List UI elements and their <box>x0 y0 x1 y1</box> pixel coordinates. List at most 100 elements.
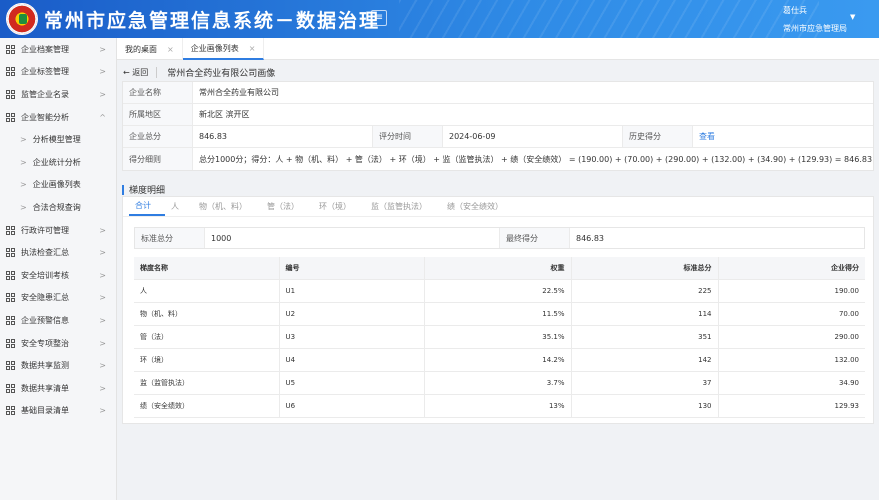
score-detail-value: 总分1000分；得分：人 + 物（机、料） + 管（法） + 环（境） + 监（… <box>199 154 873 164</box>
back-button[interactable]: ← 返回 <box>123 67 158 78</box>
column-header: 标准总分 <box>571 257 719 280</box>
info-label: 最终得分 <box>500 228 570 248</box>
eval-time-value: 2024-06-09 <box>443 126 623 147</box>
column-header: 编号 <box>279 257 425 280</box>
menu-toggle-icon[interactable]: ≡ <box>371 10 387 26</box>
sidebar-item-share-list[interactable]: 数据共享清单 > <box>0 377 116 400</box>
tab-bar: 我的桌面 × 企业画像列表 × <box>117 38 879 60</box>
sidebar-item-analysis[interactable]: 企业智能分析 ^ <box>0 106 116 129</box>
emblem-logo <box>6 3 38 35</box>
cell-score: 190.00 <box>718 279 865 303</box>
sidebar-item-permit[interactable]: 行政许可管理 > <box>0 219 116 242</box>
cell-code: U3 <box>279 325 425 349</box>
sidebar-item-share-monitor[interactable]: 数据共享监测 > <box>0 354 116 377</box>
sidebar-item-hazards[interactable]: 安全隐患汇总 > <box>0 287 116 310</box>
info-row: 企业总分 846.83 评分时间 2024-06-09 历史得分 查看 <box>123 126 873 148</box>
cell-name: 管（法） <box>134 325 280 349</box>
chevron-right-icon: > <box>99 67 106 77</box>
sidebar-subitem-compliance[interactable]: > 合法合规查询 <box>0 196 116 219</box>
cell-weight: 11.5% <box>424 302 572 326</box>
cell-standard: 351 <box>571 325 719 349</box>
cell-score: 129.93 <box>718 394 865 418</box>
sidebar-subitem-model[interactable]: > 分析模型管理 <box>0 128 116 151</box>
sidebar-item-label: 分析模型管理 <box>32 135 81 145</box>
sidebar-item-label: 企业智能分析 <box>21 112 69 122</box>
sidebar-item-tags[interactable]: 企业标签管理 > <box>0 61 116 84</box>
tab-desktop[interactable]: 我的桌面 × <box>117 38 183 60</box>
grid-icon <box>6 67 15 77</box>
subtab-total[interactable]: 合计 <box>129 197 165 216</box>
chevron-right-icon: > <box>20 202 27 212</box>
cell-weight: 14.2% <box>424 348 572 372</box>
cell-name: 监（监管执法） <box>134 371 280 395</box>
final-score-value: 846.83 <box>576 233 604 243</box>
chevron-right-icon: > <box>99 406 106 416</box>
grid-icon <box>6 44 15 54</box>
sidebar-item-archive[interactable]: 企业档案管理 > <box>0 38 116 61</box>
cell-code: U5 <box>279 371 425 395</box>
info-row: 企业名称 常州合全药业有限公司 <box>123 82 873 104</box>
cell-score: 70.00 <box>718 302 865 326</box>
subtab-environment[interactable]: 环（境） <box>313 197 365 216</box>
cell-name: 人 <box>134 279 280 303</box>
info-label: 企业名称 <box>123 82 193 103</box>
sidebar-item-label: 数据共享清单 <box>21 383 69 393</box>
grid-icon <box>6 270 15 280</box>
sidebar-item-rectification[interactable]: 安全专项整治 > <box>0 332 116 355</box>
subtab-supervision[interactable]: 监（监管执法） <box>365 197 441 216</box>
subtab-bar: 合计 人 物（机、料） 管（法） 环（境） 监（监管执法） 绩（安全绩效） <box>123 197 873 217</box>
info-label: 得分细则 <box>123 148 193 170</box>
grid-icon <box>6 293 15 303</box>
chevron-right-icon: > <box>99 248 106 258</box>
section-marker <box>122 184 124 195</box>
cell-code: U6 <box>279 394 425 418</box>
close-icon[interactable]: × <box>167 45 174 54</box>
user-org: 常州市应急管理局 <box>783 24 847 33</box>
chevron-right-icon: > <box>20 180 27 190</box>
grid-icon <box>6 112 15 122</box>
cell-score: 34.90 <box>718 371 865 395</box>
sidebar-item-directory[interactable]: 监管企业名录 > <box>0 83 116 106</box>
chevron-right-icon: > <box>99 383 106 393</box>
total-score-value: 846.83 <box>193 126 373 147</box>
header-decoration <box>399 0 819 38</box>
column-header: 权重 <box>424 257 572 280</box>
table-row: 管（法） U3 35.1% 351 290.00 <box>134 325 865 349</box>
subtab-material[interactable]: 物（机、料） <box>193 197 261 216</box>
info-label: 企业总分 <box>123 126 193 147</box>
chevron-right-icon: > <box>99 315 106 325</box>
sidebar-item-label: 行政许可管理 <box>21 225 69 235</box>
history-link[interactable]: 查看 <box>693 126 715 147</box>
grid-icon <box>6 89 15 99</box>
page-title: 常州合全药业有限公司画像 <box>167 69 276 79</box>
table-row: 物（机、料） U2 11.5% 114 70.00 <box>134 302 865 326</box>
sidebar: 企业档案管理 > 企业标签管理 > 监管企业名录 > 企业智能分析 ^ > 分析… <box>0 38 117 500</box>
grid-icon <box>6 361 15 371</box>
subtab-management[interactable]: 管（法） <box>261 197 313 216</box>
sidebar-subitem-statistics[interactable]: > 企业统计分析 <box>0 151 116 174</box>
sidebar-item-label: 数据共享监测 <box>21 361 69 371</box>
cell-code: U4 <box>279 348 425 372</box>
close-icon[interactable]: × <box>249 44 256 53</box>
cell-code: U2 <box>279 302 425 326</box>
tab-portrait-list[interactable]: 企业画像列表 × <box>182 38 265 60</box>
app-header: 常州市应急管理信息系统－数据治理 ≡ 葛仕兵 常州市应急管理局 ▼ <box>0 0 879 38</box>
subtab-performance[interactable]: 绩（安全绩效） <box>441 197 517 216</box>
grid-icon <box>6 225 15 235</box>
sidebar-subitem-portrait[interactable]: > 企业画像列表 <box>0 174 116 197</box>
standard-score-value: 1000 <box>205 228 500 248</box>
user-name[interactable]: 葛仕兵 <box>783 5 807 16</box>
gradient-detail-panel: 合计 人 物（机、料） 管（法） 环（境） 监（监管执法） 绩（安全绩效） 标准… <box>122 196 874 424</box>
chevron-right-icon: > <box>99 361 106 371</box>
sidebar-item-inspection[interactable]: 执法检查汇总 > <box>0 241 116 264</box>
cell-standard: 114 <box>571 302 719 326</box>
chevron-up-icon: ^ <box>99 112 106 122</box>
sidebar-item-warning[interactable]: 企业预警信息 > <box>0 309 116 332</box>
cell-weight: 35.1% <box>424 325 572 349</box>
caret-down-icon[interactable]: ▼ <box>850 13 855 21</box>
subtab-people[interactable]: 人 <box>165 197 193 216</box>
sidebar-item-catalog[interactable]: 基础目录清单 > <box>0 400 116 423</box>
cell-score: 290.00 <box>718 325 865 349</box>
sidebar-item-label: 企业统计分析 <box>32 157 81 167</box>
sidebar-item-training[interactable]: 安全培训考核 > <box>0 264 116 287</box>
